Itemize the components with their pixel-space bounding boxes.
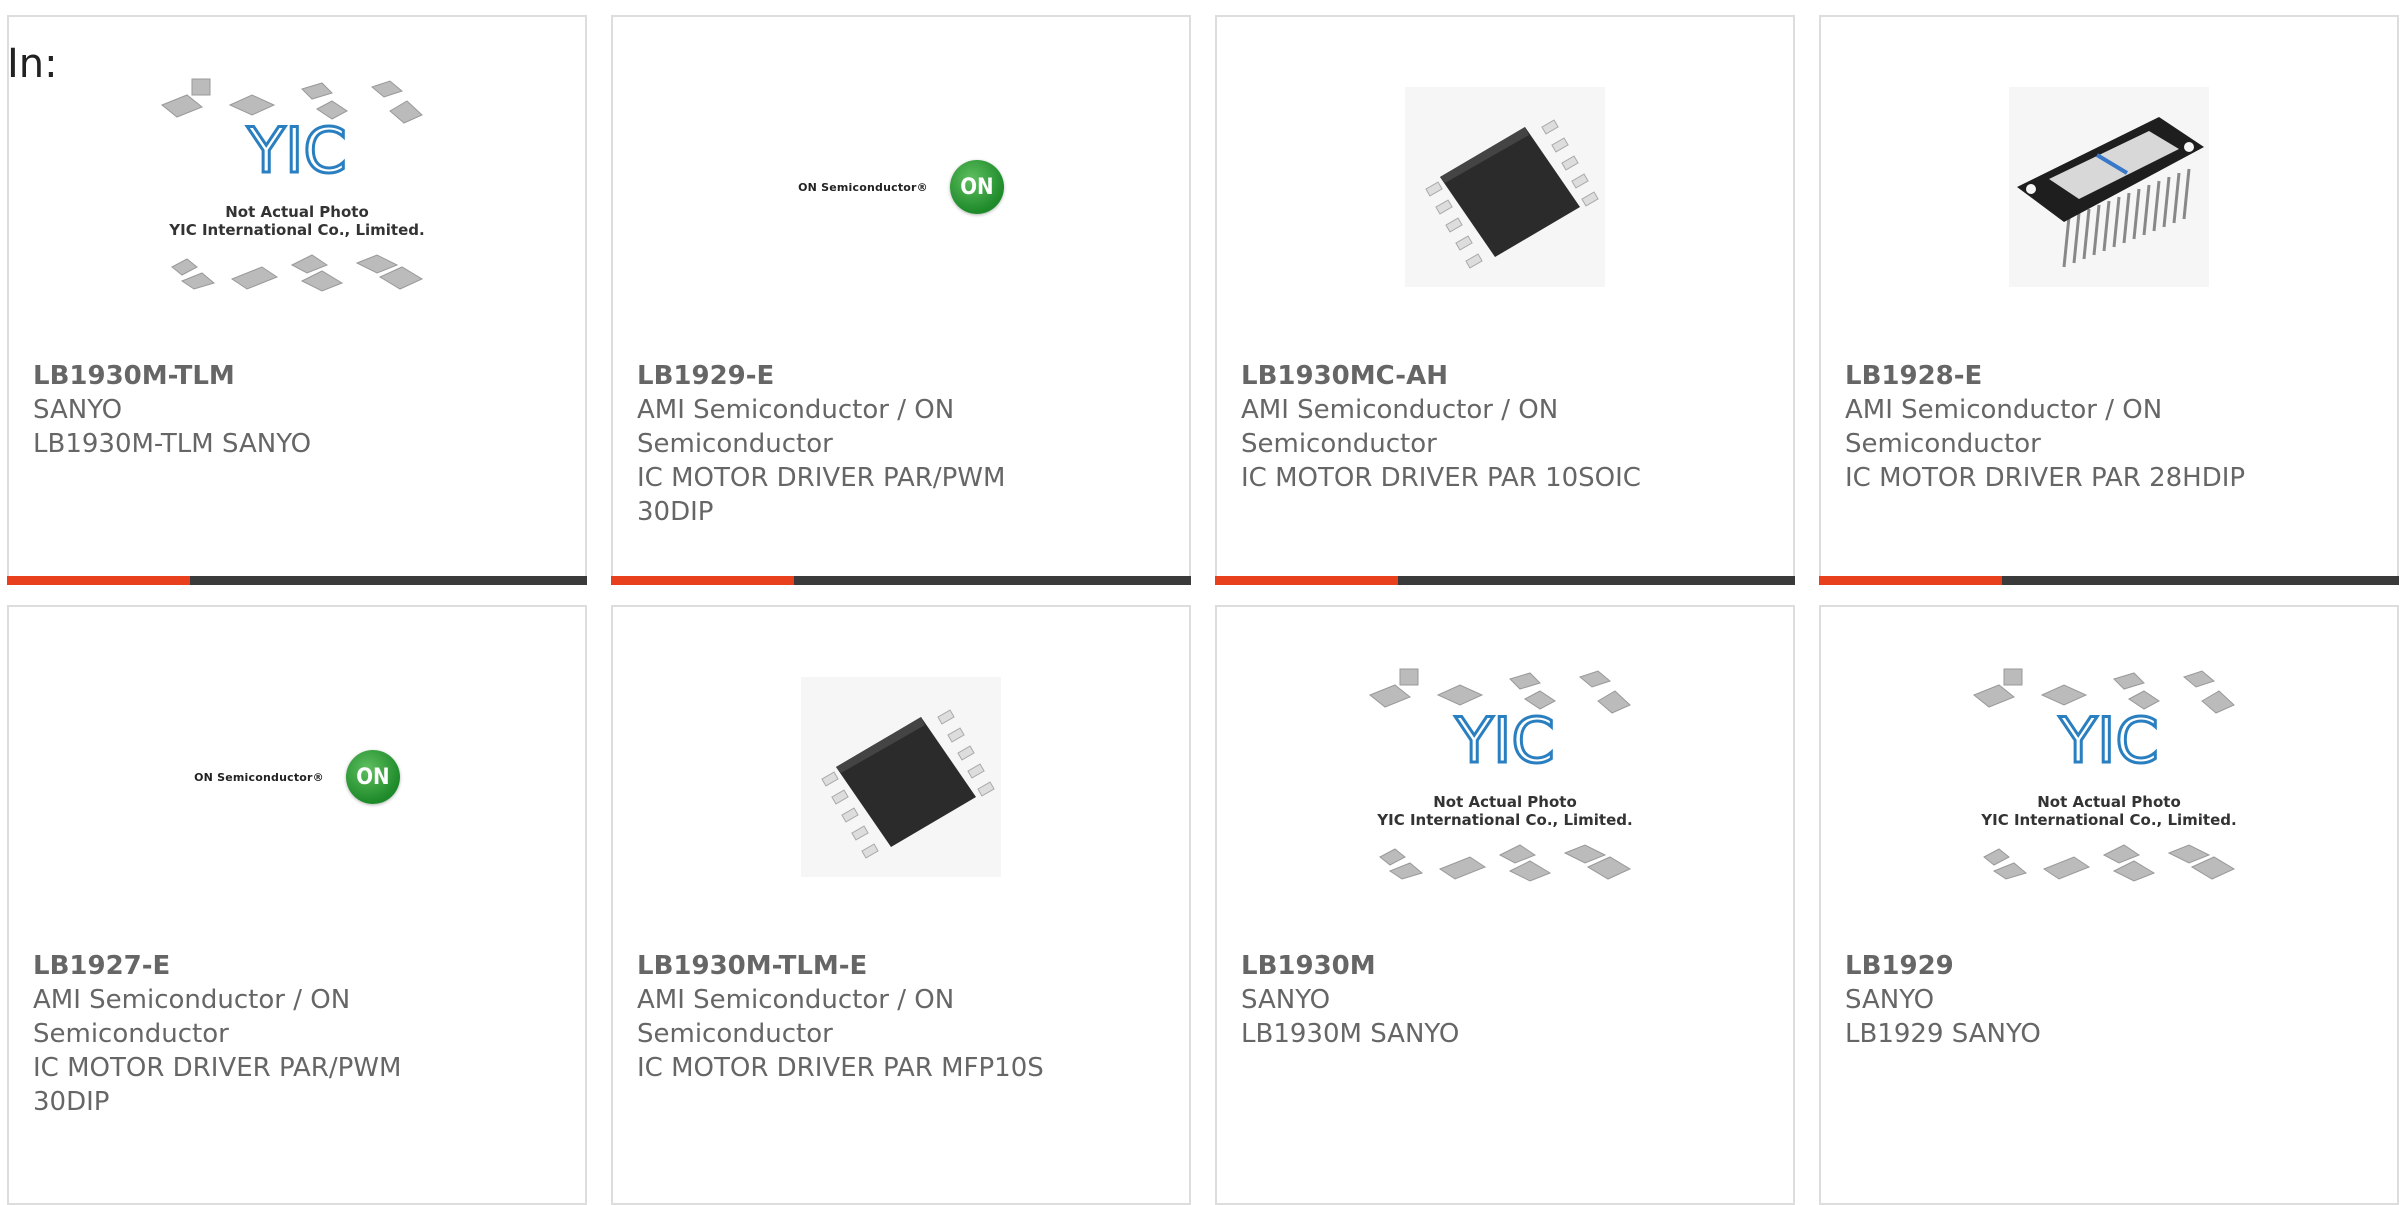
product-manufacturer: AMI Semiconductor / ON Semiconductor (1845, 395, 2163, 459)
product-description: IC MOTOR DRIVER PAR/PWM 30DIP (33, 1053, 402, 1117)
product-manufacturer: SANYO (1241, 985, 1331, 1015)
product-description: IC MOTOR DRIVER PAR MFP10S (637, 1053, 1044, 1083)
card-footer-bar (1215, 576, 1795, 585)
soic-chip-image (801, 677, 1001, 877)
yic-placeholder-line1: Not Actual Photo (1433, 793, 1577, 811)
product-card[interactable]: ON Semiconductor® ON LB1929-E AMI Semico… (611, 15, 1191, 585)
product-info: LB1930M-TLM-E AMI Semiconductor / ON Sem… (637, 949, 1165, 1085)
yic-placeholder-image: YIC Not Actual Photo YIC International C… (161, 78, 425, 292)
yic-placeholder-line2: YIC International Co., Limited. (1376, 811, 1632, 829)
product-manufacturer: AMI Semiconductor / ON Semiconductor (33, 985, 351, 1049)
yic-placeholder-line2: YIC International Co., Limited. (168, 221, 424, 239)
product-card[interactable]: LB1928-E AMI Semiconductor / ON Semicond… (1819, 15, 2399, 585)
yic-logo-text: YIC (2058, 704, 2158, 777)
yic-logo-text: YIC (246, 114, 346, 187)
product-card[interactable]: ON Semiconductor® ON LB1927-E AMI Semico… (7, 605, 587, 1205)
product-info: LB1930M SANYO LB1930M SANYO (1241, 949, 1769, 1051)
yic-logo-text: YIC (1454, 704, 1554, 777)
product-thumbnail[interactable]: ON Semiconductor® ON (9, 657, 585, 897)
product-info: LB1929-E AMI Semiconductor / ON Semicond… (637, 359, 1165, 529)
product-info: LB1927-E AMI Semiconductor / ON Semicond… (33, 949, 561, 1119)
product-card[interactable]: LB1930M-TLM-E AMI Semiconductor / ON Sem… (611, 605, 1191, 1205)
hdip-chip-image (2009, 87, 2209, 287)
product-part-number[interactable]: LB1930M-TLM-E (637, 949, 1165, 983)
product-manufacturer: SANYO (33, 395, 123, 425)
product-manufacturer: SANYO (1845, 985, 1935, 1015)
on-semi-logo-mark: ON (949, 160, 1004, 214)
product-description: IC MOTOR DRIVER PAR 28HDIP (1845, 463, 2246, 493)
on-semi-logo: ON Semiconductor® ON (194, 750, 400, 804)
card-footer-bar (1819, 576, 2399, 585)
product-description: LB1930M SANYO (1241, 1019, 1460, 1049)
product-description: IC MOTOR DRIVER PAR 10SOIC (1241, 463, 1641, 493)
product-description: LB1930M-TLM SANYO (33, 429, 312, 459)
on-semi-logo-text: ON Semiconductor® (194, 770, 324, 784)
product-card[interactable]: YIC Not Actual Photo YIC International C… (1819, 605, 2399, 1205)
product-thumbnail[interactable]: YIC Not Actual Photo YIC International C… (1217, 657, 1793, 897)
product-manufacturer: AMI Semiconductor / ON Semiconductor (637, 395, 955, 459)
product-part-number[interactable]: LB1929-E (637, 359, 1165, 393)
product-info: LB1928-E AMI Semiconductor / ON Semicond… (1845, 359, 2373, 495)
product-part-number[interactable]: LB1927-E (33, 949, 561, 983)
card-footer-accent (7, 576, 190, 585)
on-semi-logo: ON Semiconductor® ON (798, 160, 1004, 214)
product-thumbnail[interactable] (1821, 67, 2397, 307)
yic-placeholder-line2: YIC International Co., Limited. (1980, 811, 2236, 829)
yic-placeholder-image: YIC Not Actual Photo YIC International C… (1973, 668, 2237, 882)
soic-chip-image (1405, 87, 1605, 287)
product-card[interactable]: YIC Not Actual Photo YIC International C… (7, 15, 587, 585)
product-part-number[interactable]: LB1929 (1845, 949, 2373, 983)
product-thumbnail[interactable] (1217, 67, 1793, 307)
product-description: LB1929 SANYO (1845, 1019, 2041, 1049)
product-thumbnail[interactable] (613, 657, 1189, 897)
product-manufacturer: AMI Semiconductor / ON Semiconductor (637, 985, 955, 1049)
in-label: In: (7, 41, 58, 87)
yic-placeholder-line1: Not Actual Photo (225, 203, 369, 221)
product-thumbnail[interactable]: YIC Not Actual Photo YIC International C… (9, 67, 585, 307)
on-semi-logo-mark: ON (345, 750, 400, 804)
product-card[interactable]: LB1930MC-AH AMI Semiconductor / ON Semic… (1215, 15, 1795, 585)
product-part-number[interactable]: LB1930M (1241, 949, 1769, 983)
product-grid: YIC Not Actual Photo YIC International C… (7, 15, 2399, 1205)
product-description: IC MOTOR DRIVER PAR/PWM 30DIP (637, 463, 1006, 527)
product-thumbnail[interactable]: YIC Not Actual Photo YIC International C… (1821, 657, 2397, 897)
card-footer-bar (611, 576, 1191, 585)
product-info: LB1929 SANYO LB1929 SANYO (1845, 949, 2373, 1051)
yic-placeholder-line1: Not Actual Photo (2037, 793, 2181, 811)
card-footer-bar (7, 576, 587, 585)
on-semi-logo-text: ON Semiconductor® (798, 180, 928, 194)
product-info: LB1930M-TLM SANYO LB1930M-TLM SANYO (33, 359, 561, 461)
product-manufacturer: AMI Semiconductor / ON Semiconductor (1241, 395, 1559, 459)
card-footer-accent (611, 576, 794, 585)
product-part-number[interactable]: LB1930MC-AH (1241, 359, 1769, 393)
yic-placeholder-image: YIC Not Actual Photo YIC International C… (1369, 668, 1633, 882)
card-footer-accent (1819, 576, 2002, 585)
product-card[interactable]: YIC Not Actual Photo YIC International C… (1215, 605, 1795, 1205)
product-part-number[interactable]: LB1930M-TLM (33, 359, 561, 393)
product-info: LB1930MC-AH AMI Semiconductor / ON Semic… (1241, 359, 1769, 495)
product-part-number[interactable]: LB1928-E (1845, 359, 2373, 393)
product-thumbnail[interactable]: ON Semiconductor® ON (613, 67, 1189, 307)
card-footer-accent (1215, 576, 1398, 585)
